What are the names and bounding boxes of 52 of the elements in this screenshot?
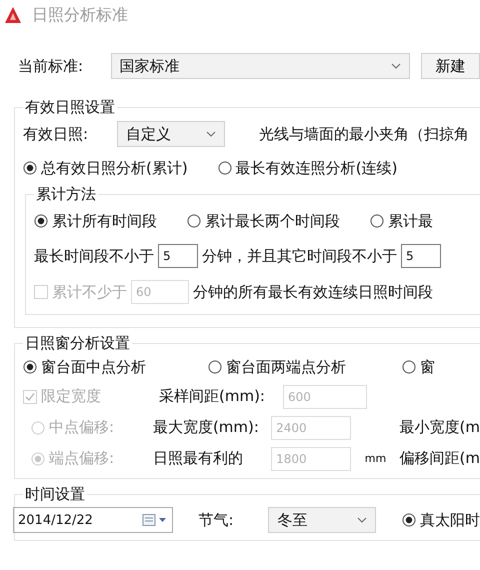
field-label: 分钟，并且其它时间段不小于 [202,246,397,266]
group-title: 有效日照设置 [24,98,116,117]
radio-label: 累计最长两个时间段 [205,212,340,230]
triangle-icon [4,6,22,24]
radio-button[interactable] [208,360,222,374]
field-label: 偏移间距(m [400,449,480,468]
checkbox-label: 限定宽度 [41,387,101,406]
radio-button[interactable] [218,161,232,175]
radio-label: 窗台面中点分析 [41,358,146,376]
field-label: 最长时间段不小于 [34,246,154,266]
date-picker[interactable]: 2014/12/22 [13,507,172,533]
field-label: 节气: [198,510,235,530]
radio-label: 端点偏移: [49,449,114,468]
radio-label: 真太阳时 [420,510,480,530]
chevron-down-icon [390,63,401,69]
standard-select[interactable]: 国家标准 [110,53,410,79]
radio-label: 总有效日照分析(累计) [41,158,188,178]
window-title: 日照分析标准 [32,4,128,26]
radio-button[interactable] [187,214,201,228]
field-label: 最大宽度(mm): [152,418,260,437]
radio-button[interactable] [402,360,416,374]
radio-label: 累计所有时间段 [52,212,157,230]
calendar-icon [142,514,168,526]
unit-label: mm [364,452,386,465]
radio-label: 中点偏移: [49,418,114,437]
chevron-down-icon [206,131,216,137]
radio-button[interactable] [34,214,48,228]
field-label: 日照最有利的 [152,449,244,468]
effective-select[interactable]: 自定义 [117,121,225,147]
radio-label: 窗 [420,358,435,376]
radio-label: 累计最 [388,212,433,230]
group-title: 时间设置 [24,485,86,504]
radio-label: 窗台面两端点分析 [226,358,346,376]
group-title: 累计方法 [35,185,97,204]
field-label: 分钟的所有最长有效连续日照时间段 [193,282,433,302]
checkbox-label: 累计不少于 [52,282,127,302]
minutes-input[interactable]: 5 [158,244,198,268]
field-label: 当前标准: [18,56,84,76]
radio-button[interactable] [23,161,37,175]
radio-button[interactable] [23,360,37,374]
field-label: 有效日照: [23,124,90,144]
new-button[interactable]: 新建 [420,53,480,79]
field-label: 采样间距(mm): [159,387,266,406]
minutes-input[interactable]: 5 [401,244,441,268]
field-label: 最小宽度(m [400,418,480,437]
radio-button[interactable] [402,513,416,527]
solar-term-select[interactable]: 冬至 [268,507,376,533]
group-title: 日照窗分析设置 [24,334,131,353]
angle-label: 光线与墙面的最小夹角（扫掠角 [259,124,469,144]
chevron-down-icon [357,517,367,523]
radio-label: 最长有效连照分析(连续) [236,158,398,178]
radio-button[interactable] [370,214,384,228]
